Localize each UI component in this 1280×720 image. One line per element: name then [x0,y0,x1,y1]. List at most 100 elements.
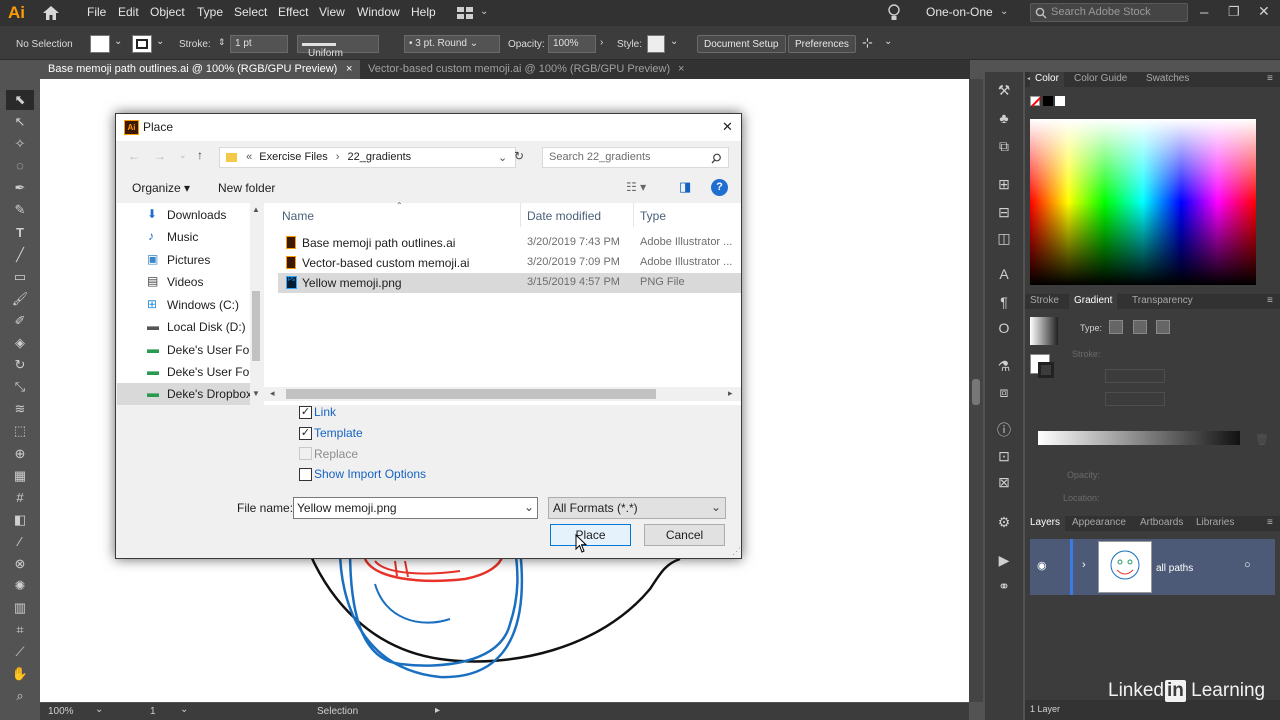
links-icon[interactable]: ⊠ [993,472,1015,492]
scroll-down-icon[interactable]: ▼ [252,389,260,398]
path-segment-22-gradients[interactable]: 22_gradients [348,151,412,163]
menu-file[interactable]: File [87,5,106,19]
link-checkbox[interactable]: ✓ [299,406,312,419]
transform-icon[interactable]: ⊞ [993,174,1015,194]
menu-select[interactable]: Select [234,5,267,19]
tab-libraries[interactable]: Libraries [1191,516,1239,531]
freeform-gradient-icon[interactable] [1156,320,1170,334]
horizontal-scrollbar[interactable]: ◂ ▸ [264,387,741,401]
column-header-name[interactable]: Name [282,209,314,223]
visibility-eye-icon[interactable]: ◉ [1037,559,1047,572]
lasso-tool-icon[interactable]: ◌ [6,156,34,176]
dialog-titlebar[interactable]: Ai Place ✕ [116,114,741,141]
scrollbar-thumb[interactable] [252,291,260,361]
info-icon[interactable]: ⓘ [993,420,1015,440]
rotate-tool-icon[interactable]: ↻ [6,355,34,375]
perspective-grid-tool-icon[interactable]: ▦ [6,466,34,486]
gradient-tool-icon[interactable]: ◧ [6,510,34,530]
tab-transparency[interactable]: Transparency [1127,294,1198,309]
paintbrush-tool-icon[interactable]: 🖌 [6,289,34,309]
chevron-down-icon[interactable]: ⌄ [670,36,678,47]
white-swatch[interactable] [1055,96,1065,106]
curvature-tool-icon[interactable]: ✎ [6,200,34,220]
play-icon[interactable]: ▶ [993,550,1015,570]
file-row-selected[interactable]: Ps Yellow memoji.png 3/15/2019 4:57 PM P… [278,273,741,293]
scrollbar-thumb[interactable] [972,379,980,405]
variable-width-profile[interactable]: Uniform [297,35,379,59]
trash-icon[interactable]: 🗑 [1255,433,1269,446]
chevron-right-icon[interactable]: ▸ [435,705,440,716]
place-button[interactable]: Place [550,524,631,546]
workspace-switcher[interactable]: One-on-One [926,5,993,19]
selection-tool-icon[interactable]: ⬉ [6,90,34,110]
shaper-tool-icon[interactable]: ✐ [6,311,34,331]
clubs-icon[interactable]: ♣ [993,108,1015,128]
direct-selection-tool-icon[interactable]: ↖ [6,112,34,132]
scrollbar-thumb[interactable] [286,389,656,399]
scale-tool-icon[interactable]: ⤡ [6,377,34,397]
resize-grip-icon[interactable]: ⋰ [732,546,741,557]
tab-base-memoji[interactable]: Base memoji path outlines.ai @ 100% (RGB… [40,60,360,79]
file-row[interactable]: Base memoji path outlines.ai 3/20/2019 7… [278,233,741,253]
template-label[interactable]: Template [314,426,363,440]
pen-tool-icon[interactable]: ✒ [6,178,34,198]
rectangle-tool-icon[interactable]: ▭ [6,267,34,287]
minimize-icon[interactable]: – [1200,4,1208,21]
column-header-type[interactable]: Type [640,209,666,223]
character-icon[interactable]: A [993,264,1015,284]
show-import-options-checkbox[interactable] [299,468,312,481]
fill-swatch[interactable] [90,35,110,53]
document-setup-button[interactable]: Document Setup [697,35,786,53]
close-tab-icon[interactable]: × [678,63,684,75]
scroll-up-icon[interactable]: ▲ [252,205,260,214]
mesh-tool-icon[interactable]: # [6,488,34,508]
address-path[interactable]: « Exercise Files › 22_gradients ⌄ [219,147,516,168]
preview-pane-icon[interactable]: ◨ [679,179,691,195]
target-circle-icon[interactable]: ○ [1244,559,1251,571]
magic-wand-tool-icon[interactable]: ✧ [6,134,34,154]
nav-item-user-folder-2[interactable]: ▬ Deke's User Fold [117,361,262,383]
blend-tool-icon[interactable]: ⊗ [6,554,34,574]
radial-gradient-icon[interactable] [1133,320,1147,334]
brush-definition[interactable]: • 3 pt. Round ⌄ [404,35,500,53]
color-spectrum[interactable] [1030,119,1256,285]
artboard-number[interactable]: 1 [150,706,156,717]
recent-dropdown-icon[interactable]: ⌄ [179,150,187,161]
lightbulb-icon[interactable] [887,4,901,22]
none-swatch[interactable] [1030,96,1041,107]
scroll-left-icon[interactable]: ◂ [270,388,275,399]
linear-gradient-icon[interactable] [1109,320,1123,334]
preferences-button[interactable]: Preferences [788,35,856,53]
line-tool-icon[interactable]: ╱ [6,245,34,265]
home-icon[interactable] [42,5,60,21]
graphic-style-swatch[interactable] [647,35,665,53]
appearance-icon[interactable]: ⚗ [993,356,1015,376]
tab-color-guide[interactable]: Color Guide [1069,72,1132,87]
nav-item-videos[interactable]: ▤ Videos [117,271,262,293]
black-swatch[interactable] [1043,96,1053,106]
artboard-tool-icon[interactable]: ⌗ [6,620,34,640]
chevron-down-icon[interactable]: ⌄ [156,36,164,47]
path-segment-exercise-files[interactable]: Exercise Files [259,151,327,163]
links-chain-icon[interactable]: ⚭ [993,576,1015,596]
close-dialog-icon[interactable]: ✕ [722,119,733,135]
chevron-down-icon[interactable]: ⌄ [180,704,188,715]
expand-arrow-icon[interactable]: › [1082,559,1086,571]
close-window-icon[interactable]: ✕ [1258,3,1270,20]
scroll-right-icon[interactable]: ▸ [728,388,733,399]
gradient-slider[interactable] [1038,431,1240,445]
up-arrow-icon[interactable]: ↑ [197,148,203,162]
stroke-proxy[interactable] [1038,362,1054,378]
help-icon[interactable]: ? [711,179,728,196]
graphic-styles-icon[interactable]: ⧈ [993,382,1015,402]
menu-object[interactable]: Object [150,5,185,19]
zoom-level[interactable]: 100% [48,706,74,717]
chevron-down-icon[interactable]: ⌄ [711,500,721,514]
link-label[interactable]: Link [314,405,336,419]
file-format-select[interactable]: All Formats (*.*) ⌄ [548,497,726,519]
chevron-right-icon[interactable]: › [600,37,603,48]
tab-swatches[interactable]: Swatches [1141,72,1194,87]
restore-icon[interactable]: ❐ [1228,4,1240,20]
layer-row[interactable]: ◉ › all paths ○ [1030,539,1275,595]
tab-color[interactable]: Color [1030,72,1064,87]
